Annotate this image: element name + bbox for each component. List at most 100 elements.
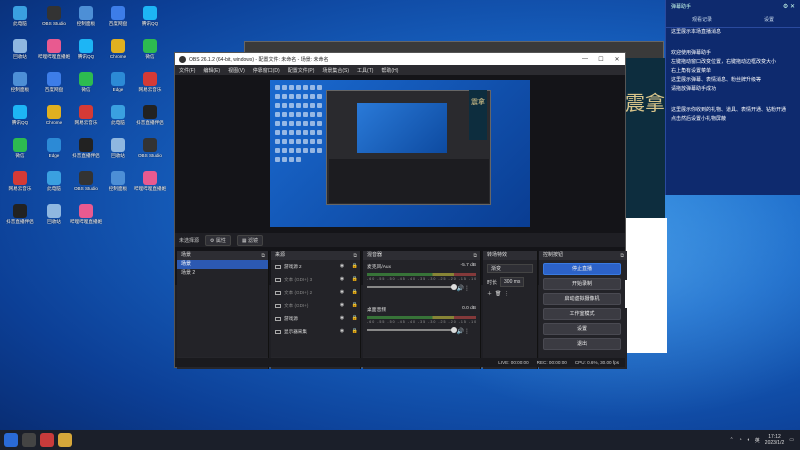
desktop-icon[interactable]: 网易云音乐 <box>4 169 36 199</box>
network-icon[interactable]: ◔ <box>739 437 742 443</box>
desktop-icon[interactable]: 控制面板 <box>4 70 36 100</box>
desktop-icon[interactable]: 回收站 <box>4 37 36 67</box>
desktop-icon[interactable]: 抖音直播伴侣 <box>134 103 166 133</box>
source-item[interactable]: 显示器采集 ◉ 🔒 <box>271 325 360 338</box>
desktop-icon[interactable]: Chrome <box>102 37 134 67</box>
eye-icon[interactable]: ◉ <box>337 273 347 286</box>
desktop-icon[interactable]: 哔哩哔哩直播姬 <box>38 37 70 67</box>
settings-button[interactable]: 设置 <box>543 323 621 335</box>
add-icon[interactable]: ＋ <box>487 290 492 297</box>
desktop-icon[interactable]: 百度网盘 <box>102 4 134 34</box>
duration-input[interactable]: 300 ms <box>500 277 525 287</box>
desktop-icon[interactable]: 此电脑 <box>102 103 134 133</box>
app-taskbar-icon[interactable] <box>40 433 54 447</box>
tab-settings[interactable]: 设置 <box>764 16 774 23</box>
menu-item[interactable]: 编辑(E) <box>203 67 220 74</box>
desktop-icon[interactable]: 回收站 <box>102 136 134 166</box>
menu-item[interactable]: 配置文件(P) <box>288 67 315 74</box>
desktop-icon[interactable]: 网易云音乐 <box>134 70 166 100</box>
source-item[interactable]: 文本 (GDI+) ◉ 🔒 <box>271 299 360 312</box>
volume-slider[interactable] <box>367 327 458 333</box>
speaker-icon[interactable]: ◖ <box>747 437 750 443</box>
start-icon[interactable] <box>4 433 18 447</box>
desktop-icon[interactable]: 腾讯QQ <box>134 4 166 34</box>
desktop-icon[interactable]: 微信 <box>134 37 166 67</box>
desktop-icon[interactable]: 百度网盘 <box>38 70 70 100</box>
dock-float-icon[interactable]: ⧉ <box>261 252 265 261</box>
speaker-icon[interactable]: 🔊⋮ <box>457 285 470 292</box>
obs-taskbar-icon[interactable] <box>22 433 36 447</box>
maximize-icon[interactable]: ☐ <box>593 56 609 63</box>
menu-item[interactable]: 场景集合(S) <box>322 67 349 74</box>
desktop-icon[interactable]: 微信 <box>4 136 36 166</box>
virtual-camera-button[interactable]: 启动虚拟摄像机 <box>543 293 621 305</box>
obs-window[interactable]: OBS 26.1.2 (64-bit, windows) - 配置文件: 未命名… <box>174 52 627 369</box>
studio-mode-button[interactable]: 工作室模式 <box>543 308 621 320</box>
desktop-icon[interactable]: 抖音直播伴侣 <box>70 136 102 166</box>
clock[interactable]: 17:12 2023/1/2 <box>765 434 784 446</box>
eye-icon[interactable]: ◉ <box>337 299 347 312</box>
scene-item[interactable]: 场景 2 <box>177 269 268 278</box>
start-recording-button[interactable]: 开始录制 <box>543 278 621 290</box>
menu-item[interactable]: 停靠窗口(D) <box>253 67 280 74</box>
filters-button[interactable]: ▦ 滤镜 <box>236 234 264 246</box>
desktop-icon[interactable]: OBS Studio <box>38 4 70 34</box>
app-taskbar-icon[interactable] <box>58 433 72 447</box>
close-icon[interactable]: ✕ <box>609 56 625 63</box>
desktop-icon[interactable]: 网易云音乐 <box>70 103 102 133</box>
lock-icon[interactable]: 🔒 <box>350 286 360 299</box>
desktop-icon[interactable]: OBS Studio <box>134 136 166 166</box>
lock-icon[interactable]: 🔒 <box>350 312 360 325</box>
desktop-icon[interactable]: 此电脑 <box>38 169 70 199</box>
popup-window[interactable] <box>625 280 665 308</box>
eye-icon[interactable]: ◉ <box>337 325 347 338</box>
danmaku-panel[interactable]: 弹幕助手 ⚙ ✕ 观看记录 设置 这里展示本场直播消息 欢迎使用弹幕助手 左键拖动窗… <box>665 0 800 195</box>
source-item[interactable]: 游戏源 2 ◉ 🔒 <box>271 260 360 273</box>
dock-float-icon[interactable]: ⧉ <box>620 252 624 261</box>
eye-icon[interactable]: ◉ <box>337 286 347 299</box>
gear-icon[interactable]: ⚙ ✕ <box>783 3 795 10</box>
more-icon[interactable]: ⋮ <box>504 291 509 297</box>
exit-button[interactable]: 退出 <box>543 338 621 350</box>
lock-icon[interactable]: 🔒 <box>350 260 360 273</box>
chevron-up-icon[interactable]: ⌃ <box>730 437 734 443</box>
desktop-icon[interactable]: 此电脑 <box>4 4 36 34</box>
dock-float-icon[interactable]: ⧉ <box>473 252 477 261</box>
tab-history[interactable]: 观看记录 <box>692 16 712 23</box>
desktop-icon[interactable]: 腾讯QQ <box>70 37 102 67</box>
lock-icon[interactable]: 🔒 <box>350 325 360 338</box>
eye-icon[interactable]: ◉ <box>337 312 347 325</box>
desktop-icon[interactable]: 腾讯QQ <box>4 103 36 133</box>
lock-icon[interactable]: 🔒 <box>350 299 360 312</box>
desktop-icon[interactable]: 控制面板 <box>102 169 134 199</box>
eye-icon[interactable]: ◉ <box>337 260 347 273</box>
menu-item[interactable]: 文件(F) <box>179 67 195 74</box>
desktop-icon[interactable]: 控制面板 <box>70 4 102 34</box>
lock-icon[interactable]: 🔒 <box>350 273 360 286</box>
desktop-icon[interactable]: 微信 <box>70 70 102 100</box>
desktop-icon[interactable]: OBS Studio <box>70 169 102 199</box>
scene-item[interactable]: 场景 <box>177 260 268 269</box>
volume-slider[interactable] <box>367 284 458 290</box>
source-item[interactable]: 游戏源 ◉ 🔒 <box>271 312 360 325</box>
speaker-icon[interactable]: 🔊⋮ <box>457 328 470 335</box>
stop-stream-button[interactable]: 停止直播 <box>543 263 621 275</box>
dock-float-icon[interactable]: ⧉ <box>353 252 357 261</box>
desktop-icon[interactable]: 回收站 <box>38 202 70 232</box>
source-item[interactable]: 文本 (GDI+) 3 ◉ 🔒 <box>271 273 360 286</box>
properties-button[interactable]: ⚙ 属性 <box>205 234 231 246</box>
menu-item[interactable]: 工具(T) <box>357 67 373 74</box>
notification-icon[interactable]: ▭ <box>789 437 794 443</box>
desktop-icon[interactable]: 哔哩哔哩直播姬 <box>134 169 166 199</box>
preview-canvas[interactable]: 震拿 <box>270 80 530 227</box>
minimize-icon[interactable]: — <box>577 56 593 63</box>
input-language[interactable]: 英 <box>755 437 760 444</box>
desktop-icon[interactable]: 哔哩哔哩直播姬 <box>70 202 102 232</box>
desktop-icon[interactable]: 抖音直播伴侣 <box>4 202 36 232</box>
trash-icon[interactable]: 🗑 <box>495 291 501 297</box>
transition-select[interactable]: 渐变 <box>487 264 533 273</box>
desktop-icon[interactable]: Edge <box>38 136 70 166</box>
menu-item[interactable]: 视图(V) <box>228 67 245 74</box>
desktop-icon[interactable]: Edge <box>102 70 134 100</box>
obs-titlebar[interactable]: OBS 26.1.2 (64-bit, windows) - 配置文件: 未命名… <box>175 53 625 65</box>
